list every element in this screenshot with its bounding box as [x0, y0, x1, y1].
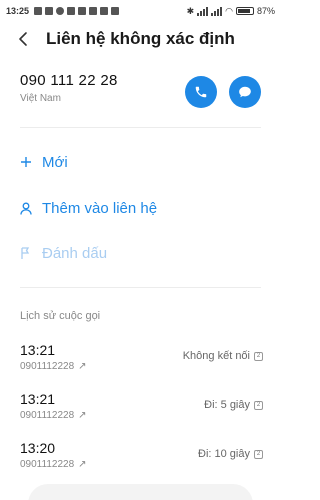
status-left: 13:25: [6, 6, 120, 16]
notification-icon: [45, 7, 54, 15]
outgoing-arrow-icon: ↗: [78, 459, 87, 470]
sim-icon: 2: [254, 351, 263, 361]
page-title: Liên hệ không xác định: [46, 29, 235, 48]
call-sub: 0901112228 ↗: [20, 361, 263, 372]
notification-icon: [89, 7, 98, 15]
call-button[interactable]: [185, 76, 217, 108]
call-history-title: Lịch sử cuộc gọi: [20, 310, 101, 322]
header: Liên hệ không xác định: [0, 24, 281, 54]
message-button[interactable]: [229, 76, 261, 108]
call-log-row[interactable]: 13:21 0901112228 ↗ Không kết nối 2: [20, 342, 263, 382]
signal-icon: [211, 6, 223, 16]
mark-action[interactable]: Đánh dấu: [20, 241, 107, 265]
new-contact-label: Mới: [42, 153, 68, 171]
bluetooth-icon: ✱: [186, 5, 195, 16]
battery-fill: [237, 9, 250, 13]
call-status-text: Đi: 5 giây: [204, 399, 250, 411]
call-status-text: Không kết nối: [182, 350, 250, 362]
back-button[interactable]: [8, 24, 38, 54]
call-number: 0901112228: [20, 361, 75, 372]
call-sub: 0901112228 ↗: [20, 410, 263, 421]
status-bar: 13:25 ✱ ◠ 87%: [0, 0, 281, 22]
call-number: 0901112228: [20, 410, 75, 421]
status-right: ✱ ◠ 87%: [187, 6, 275, 17]
phone-number: 090 111 22 28: [20, 72, 118, 89]
phone-icon: [195, 86, 207, 98]
sim-icon: 2: [254, 400, 263, 410]
call-number: 0901112228: [20, 459, 75, 470]
outgoing-arrow-icon: ↗: [78, 410, 87, 421]
plus-icon: [20, 156, 38, 168]
bottom-action-button[interactable]: [28, 484, 253, 500]
add-to-contact-label: Thêm vào liên hệ: [42, 199, 158, 217]
mark-label: Đánh dấu: [42, 244, 108, 262]
add-to-contact-action[interactable]: Thêm vào liên hệ: [20, 196, 157, 220]
divider: [20, 127, 261, 128]
sim-icon: 2: [254, 449, 263, 459]
status-time: 13:25: [6, 6, 30, 16]
flag-icon: [20, 246, 38, 260]
notification-icon: [100, 7, 109, 15]
battery-icon: [235, 7, 254, 15]
outgoing-arrow-icon: ↗: [78, 361, 87, 372]
call-sub: 0901112228 ↗: [20, 459, 263, 470]
call-status: Đi: 5 giây 2: [204, 399, 263, 411]
call-status: Không kết nối 2: [183, 350, 263, 362]
wifi-icon: ◠: [225, 5, 233, 16]
new-contact-action[interactable]: Mới: [20, 150, 68, 174]
person-icon: [20, 202, 38, 215]
mail-icon: [78, 7, 87, 15]
signal-icon: [197, 6, 209, 16]
divider: [20, 287, 261, 288]
mail-icon: [67, 7, 76, 15]
battery-percent: 87%: [256, 6, 275, 16]
call-status-text: Đi: 10 giây: [198, 448, 250, 460]
back-arrow-icon: [19, 32, 27, 46]
contact-info: 090 111 22 28 Việt Nam: [20, 72, 265, 116]
notification-icon: [34, 7, 43, 15]
call-log-row[interactable]: 13:20 0901112228 ↗ Đi: 10 giây 2: [20, 440, 263, 480]
call-status: Đi: 10 giây 2: [198, 448, 263, 460]
notification-icon: [56, 7, 65, 15]
call-log-row[interactable]: 13:21 0901112228 ↗ Đi: 5 giây 2: [20, 391, 263, 431]
chat-icon: [239, 86, 251, 98]
notification-icon: [111, 7, 120, 15]
